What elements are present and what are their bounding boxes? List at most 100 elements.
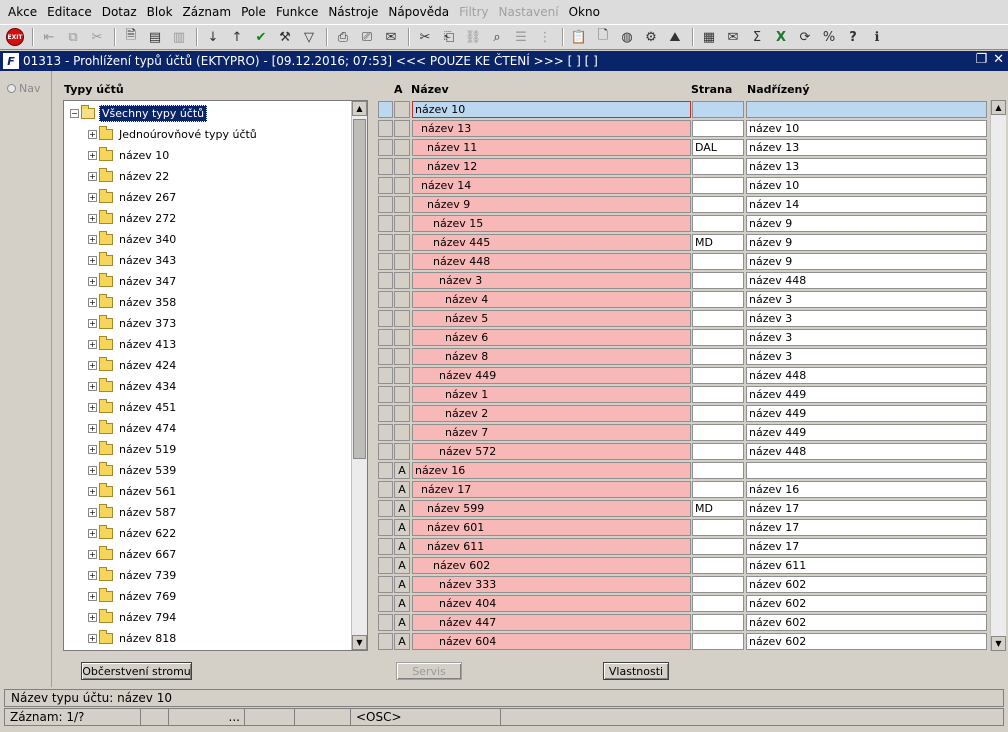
- cell-a[interactable]: A: [394, 595, 410, 612]
- exit-button[interactable]: EXIT: [4, 27, 26, 47]
- cell-nadrizeny[interactable]: název 602: [746, 614, 987, 631]
- expand-icon[interactable]: +: [88, 507, 97, 517]
- cell-nadrizeny[interactable]: název 3: [746, 310, 987, 327]
- expand-icon[interactable]: +: [88, 171, 97, 181]
- cell-name[interactable]: název 447: [412, 614, 691, 631]
- table-row[interactable]: název 7 název 449: [377, 423, 990, 442]
- cell-name[interactable]: název 1: [412, 386, 691, 403]
- expand-icon[interactable]: +: [88, 360, 97, 370]
- cell-name[interactable]: název 604: [412, 633, 691, 650]
- tree-root-node[interactable]: − Všechny typy účtů: [70, 103, 208, 123]
- row-selector[interactable]: [378, 633, 393, 650]
- table-row[interactable]: název 6 název 3: [377, 328, 990, 347]
- row-selector[interactable]: [378, 557, 393, 574]
- cell-strana[interactable]: [692, 291, 744, 308]
- row-selector[interactable]: [378, 329, 393, 346]
- cell-nadrizeny[interactable]: název 448: [746, 367, 987, 384]
- tree-scrollbar[interactable]: ▲ ▼: [351, 101, 367, 650]
- cell-strana[interactable]: [692, 443, 744, 460]
- cell-nadrizeny[interactable]: název 9: [746, 215, 987, 232]
- expand-icon[interactable]: +: [88, 381, 97, 391]
- row-selector[interactable]: [378, 576, 393, 593]
- cell-name[interactable]: název 599: [412, 500, 691, 517]
- row-selector[interactable]: [378, 462, 393, 479]
- expand-icon[interactable]: +: [88, 276, 97, 286]
- table-row[interactable]: název 10: [377, 100, 990, 119]
- percent-icon[interactable]: %: [818, 27, 840, 47]
- row-selector[interactable]: [378, 614, 393, 631]
- expand-icon[interactable]: +: [88, 465, 97, 475]
- tree-node[interactable]: + název 474: [88, 418, 178, 438]
- row-selector[interactable]: [378, 481, 393, 498]
- properties-button[interactable]: Vlastnosti: [603, 662, 669, 680]
- tree-node[interactable]: + název 358: [88, 292, 178, 312]
- table-row[interactable]: název 4 název 3: [377, 290, 990, 309]
- query-execute-icon[interactable]: ▤: [144, 27, 166, 47]
- table-row[interactable]: Anázev 333 název 602: [377, 575, 990, 594]
- tree-node[interactable]: + název 424: [88, 355, 178, 375]
- cell-name[interactable]: název 16: [412, 462, 691, 479]
- menu-item-1[interactable]: Editace: [43, 5, 96, 19]
- expand-icon[interactable]: +: [88, 129, 97, 139]
- row-selector[interactable]: [378, 367, 393, 384]
- cell-strana[interactable]: MD: [692, 500, 744, 517]
- tree-node[interactable]: + název 587: [88, 502, 178, 522]
- tree-node[interactable]: + název 413: [88, 334, 178, 354]
- cell-name[interactable]: název 6: [412, 329, 691, 346]
- cell-name[interactable]: název 404: [412, 595, 691, 612]
- cell-nadrizeny[interactable]: název 449: [746, 386, 987, 403]
- cell-nadrizeny[interactable]: název 449: [746, 405, 987, 422]
- expand-icon[interactable]: +: [88, 549, 97, 559]
- cell-a[interactable]: [394, 348, 410, 365]
- row-selector[interactable]: [378, 120, 393, 137]
- table-row[interactable]: Anázev 601 název 17: [377, 518, 990, 537]
- cell-strana[interactable]: [692, 310, 744, 327]
- menu-item-8[interactable]: Nápověda: [384, 5, 453, 19]
- cell-a[interactable]: A: [394, 462, 410, 479]
- cell-name[interactable]: název 601: [412, 519, 691, 536]
- tree-node[interactable]: + název 519: [88, 439, 178, 459]
- table-row[interactable]: název 5 název 3: [377, 309, 990, 328]
- tree-node[interactable]: + název 667: [88, 544, 178, 564]
- tree-node[interactable]: + název 347: [88, 271, 178, 291]
- tree-node[interactable]: + název 340: [88, 229, 178, 249]
- menu-item-11[interactable]: Okno: [565, 5, 604, 19]
- scroll-thumb[interactable]: [353, 119, 366, 459]
- help-icon[interactable]: ?: [842, 27, 864, 47]
- sum-icon[interactable]: Σ: [746, 27, 768, 47]
- cell-name[interactable]: název 12: [412, 158, 691, 175]
- cell-nadrizeny[interactable]: název 9: [746, 234, 987, 251]
- cell-strana[interactable]: [692, 424, 744, 441]
- cell-a[interactable]: [394, 234, 410, 251]
- cell-name[interactable]: název 4: [412, 291, 691, 308]
- table-row[interactable]: Anázev 447 název 602: [377, 613, 990, 632]
- expand-icon[interactable]: +: [88, 612, 97, 622]
- grid-scrollbar[interactable]: ▲ ▼: [990, 100, 1006, 651]
- cell-name[interactable]: název 8: [412, 348, 691, 365]
- menu-item-0[interactable]: Akce: [4, 5, 41, 19]
- cell-name[interactable]: název 602: [412, 557, 691, 574]
- cell-strana[interactable]: DAL: [692, 139, 744, 156]
- cell-strana[interactable]: MD: [692, 234, 744, 251]
- cell-strana[interactable]: [692, 101, 744, 118]
- cut-icon[interactable]: ✂: [414, 27, 436, 47]
- cell-nadrizeny[interactable]: název 10: [746, 120, 987, 137]
- row-selector[interactable]: [378, 139, 393, 156]
- expand-icon[interactable]: +: [88, 570, 97, 580]
- cell-a[interactable]: [394, 253, 410, 270]
- cell-a[interactable]: [394, 139, 410, 156]
- menu-item-3[interactable]: Blok: [143, 5, 177, 19]
- table-row[interactable]: Anázev 17 název 16: [377, 480, 990, 499]
- row-selector[interactable]: [378, 595, 393, 612]
- globe-icon[interactable]: ◍: [616, 27, 638, 47]
- cell-nadrizeny[interactable]: název 13: [746, 158, 987, 175]
- refresh-icon[interactable]: ⟳: [794, 27, 816, 47]
- cell-name[interactable]: název 333: [412, 576, 691, 593]
- scroll-up-icon[interactable]: ▲: [991, 100, 1006, 115]
- cell-a[interactable]: [394, 291, 410, 308]
- table-row[interactable]: Anázev 404 název 602: [377, 594, 990, 613]
- menu-item-5[interactable]: Pole: [237, 5, 270, 19]
- cell-name[interactable]: název 15: [412, 215, 691, 232]
- cell-a[interactable]: [394, 367, 410, 384]
- row-selector[interactable]: [378, 424, 393, 441]
